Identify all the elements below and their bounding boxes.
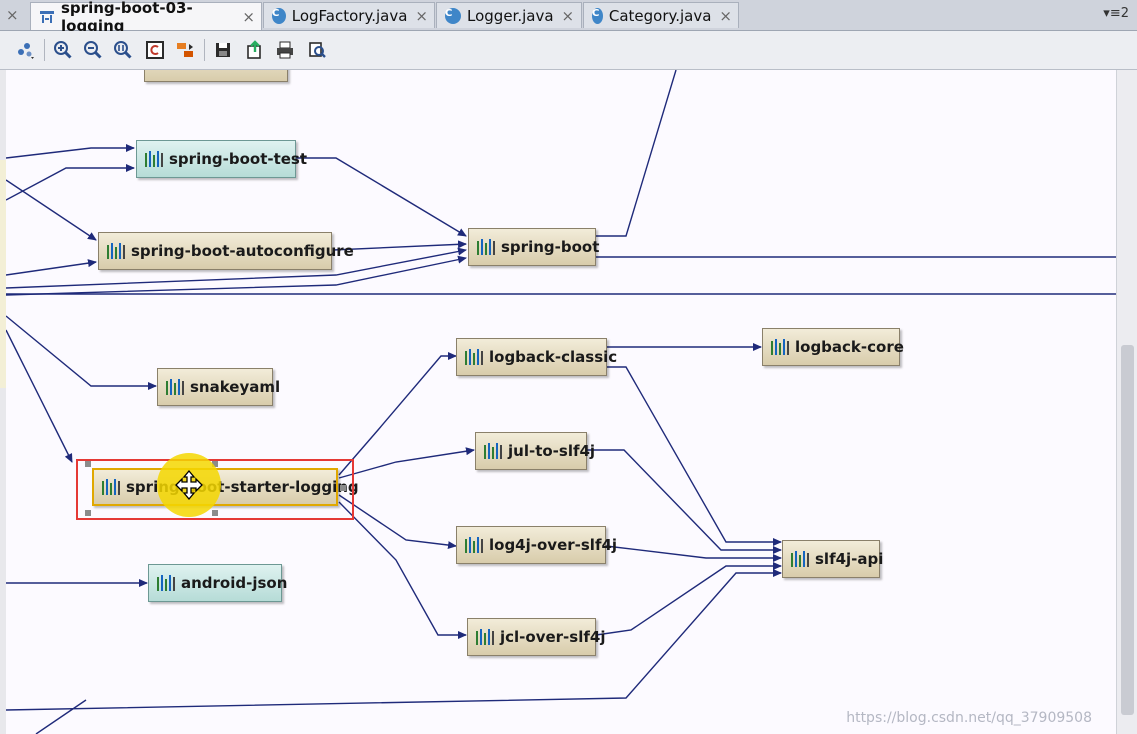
diagram-toolbar — [0, 31, 1137, 70]
node-label: jcl-over-slf4j — [500, 628, 606, 646]
tab-label: Logger.java — [467, 6, 554, 25]
layout-icon[interactable] — [14, 39, 36, 61]
toolbar-separator — [44, 39, 45, 61]
node-label: spring-boot-autoconfigure — [131, 242, 354, 260]
tab-spring-boot-03-logging[interactable]: spring-boot-03-logging × — [30, 0, 262, 35]
node-label: logback-core — [795, 338, 904, 356]
editor-tab-bar: × spring-boot-03-logging × C LogFactory.… — [0, 0, 1137, 35]
jar-icon — [157, 575, 175, 591]
close-icon[interactable]: × — [242, 8, 255, 26]
resize-handle[interactable] — [85, 510, 91, 516]
tab-category-java[interactable]: C Category.java × — [583, 2, 739, 28]
node-label: spring-boot — [501, 238, 600, 256]
watermark-text: https://blog.csdn.net/qq_37909508 — [846, 710, 1092, 726]
dependency-node-android-json[interactable]: android-json — [148, 564, 287, 602]
jar-icon — [484, 443, 502, 459]
node-label: jul-to-slf4j — [508, 442, 596, 460]
fit-content-icon[interactable] — [144, 39, 166, 61]
vertical-scrollbar[interactable] — [1116, 70, 1137, 734]
jar-icon — [166, 379, 184, 395]
node-label: slf4j-api — [815, 550, 884, 568]
class-icon: C — [445, 7, 461, 24]
close-icon[interactable]: × — [6, 6, 19, 24]
move-cursor-icon — [175, 469, 203, 504]
print-preview-icon[interactable] — [306, 39, 328, 61]
zoom-in-icon[interactable] — [52, 39, 74, 61]
close-icon[interactable]: × — [719, 7, 732, 25]
scrollbar-thumb[interactable] — [1121, 345, 1134, 715]
apply-layout-icon[interactable] — [174, 39, 196, 61]
node-label: logback-classic — [489, 348, 618, 366]
jar-icon — [476, 629, 494, 645]
dependency-node-logback-classic[interactable]: logback-classic — [456, 338, 617, 376]
close-icon[interactable]: × — [562, 7, 575, 25]
tab-logger-java[interactable]: C Logger.java × — [436, 2, 582, 28]
tab-list-menu[interactable]: ▾≡2 — [1103, 6, 1129, 21]
dependency-node-spring-boot-test[interactable]: spring-boot-test — [136, 140, 307, 178]
dependency-diagram-canvas[interactable]: spring-boot-test spring-boot-autoconfigu… — [6, 70, 1116, 734]
node-label: android-json — [181, 574, 288, 592]
tab-label: LogFactory.java — [291, 6, 408, 25]
class-icon: C — [592, 7, 603, 24]
export-icon[interactable] — [244, 39, 266, 61]
jar-icon — [145, 151, 163, 167]
tab-logfactory-java[interactable]: C LogFactory.java × — [263, 2, 435, 28]
dependency-node-log4j-over-slf4j[interactable]: log4j-over-slf4j — [456, 526, 617, 564]
resize-handle[interactable] — [340, 485, 346, 491]
jar-icon — [477, 239, 495, 255]
jar-icon — [465, 349, 483, 365]
dependency-node-logback-core[interactable]: logback-core — [762, 328, 904, 366]
tab-label: spring-boot-03-logging — [61, 0, 193, 35]
zoom-out-icon[interactable] — [82, 39, 104, 61]
dependency-node-jul-to-slf4j[interactable]: jul-to-slf4j — [475, 432, 595, 470]
tab-label: Category.java — [608, 6, 712, 25]
close-icon[interactable]: × — [415, 7, 428, 25]
dependency-node-spring-boot-autoconfigure[interactable]: spring-boot-autoconfigure — [98, 232, 354, 270]
save-icon[interactable] — [212, 39, 234, 61]
print-icon[interactable] — [274, 39, 296, 61]
node-label: snakeyaml — [190, 378, 281, 396]
jar-icon — [791, 551, 809, 567]
toolbar-separator — [204, 39, 205, 61]
node-label: spring-boot-test — [169, 150, 308, 168]
diagram-icon — [39, 9, 55, 25]
resize-handle[interactable] — [85, 461, 91, 467]
jar-icon — [771, 339, 789, 355]
dependency-node-slf4j-api[interactable]: slf4j-api — [782, 540, 884, 578]
dependency-node-spring-boot[interactable]: spring-boot — [468, 228, 600, 266]
actual-size-icon[interactable] — [112, 39, 134, 61]
jar-icon — [465, 537, 483, 553]
jar-icon — [107, 243, 125, 259]
node-label: log4j-over-slf4j — [489, 536, 618, 554]
dependency-node-partial[interactable] — [144, 70, 288, 82]
dependency-node-jcl-over-slf4j[interactable]: jcl-over-slf4j — [467, 618, 605, 656]
dependency-node-snakeyaml[interactable]: snakeyaml — [157, 368, 280, 406]
class-icon: C — [272, 7, 286, 24]
resize-handle[interactable] — [212, 510, 218, 516]
